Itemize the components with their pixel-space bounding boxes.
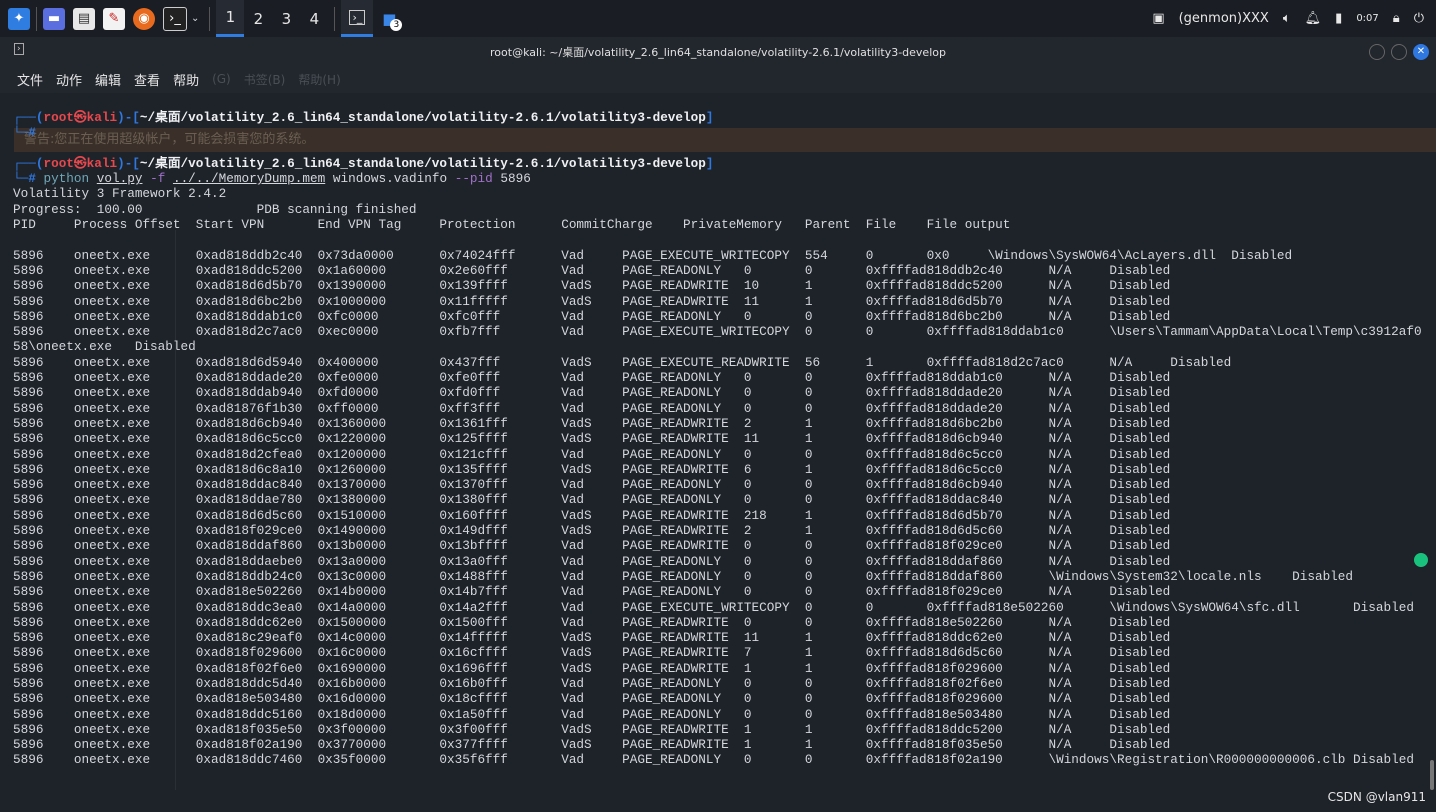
menu-actions[interactable]: 动作 [56, 70, 82, 89]
table-row: 5896 oneetx.exe 0xad818d2cfea0 0x1200000… [13, 446, 1171, 462]
table-body: 5896 oneetx.exe 0xad818ddb2c40 0x73da000… [13, 248, 1422, 768]
window-titlebar: › root@kali: ~/桌面/volatility_2.6_lin64_s… [0, 37, 1436, 65]
command-line: └─# python vol.py -f ../../MemoryDump.me… [13, 171, 531, 187]
divider [209, 6, 211, 31]
firefox-icon[interactable]: ◉ [133, 7, 155, 30]
table-row: 5896 oneetx.exe 0xad818f029600 0x16c0000… [13, 645, 1171, 661]
table-row: 5896 oneetx.exe 0xad818ddc5200 0x1a60000… [13, 262, 1171, 278]
scrollbar[interactable] [1430, 760, 1434, 790]
chevron-down-icon[interactable]: ⌄ [191, 13, 199, 24]
table-row: 5896 oneetx.exe 0xad818ddc62e0 0x1500000… [13, 614, 1171, 630]
table-row: 5896 oneetx.exe 0xad818d6d5b70 0x1390000… [13, 278, 1171, 294]
table-row: 5896 oneetx.exe 0xad818d2c7ac0 0xec0000 … [13, 324, 1422, 355]
background-menu-ghost: 帮助(H) [298, 72, 341, 87]
background-menu-ghost: 书签(B) [243, 72, 286, 87]
divider [334, 6, 336, 31]
table-row: 5896 oneetx.exe 0xad818d6c8a10 0x1260000… [13, 461, 1171, 477]
window-count-badge: 3 [390, 19, 403, 31]
notification-bell-icon[interactable]: 🔔︎ [1305, 11, 1322, 26]
system-tray: ▣ (genmon)XXX 🔈︎ 🔔︎ ▮ 0:07 🔒︎ ⏻ [1152, 0, 1436, 37]
terminal-icon: ›_ [349, 9, 366, 25]
table-row: 5896 oneetx.exe 0xad818d6cb940 0x1360000… [13, 415, 1171, 431]
table-row: 5896 oneetx.exe 0xad818ddc7460 0x35f0000… [13, 752, 1414, 768]
watermark: CSDN @vlan911 [1327, 790, 1426, 804]
workspace-3[interactable]: 3 [272, 0, 300, 37]
workspace-1[interactable]: 1 [216, 0, 245, 37]
prompt-line: ┌──(root㉿kali)-[~/桌面/volatility_2.6_lin6… [13, 110, 714, 125]
prompt-line: ┌──(root㉿kali)-[~/桌面/volatility_2.6_lin6… [13, 155, 714, 171]
power-icon[interactable]: ⏻ [1414, 11, 1424, 26]
file-manager-icon[interactable]: ▤ [73, 7, 95, 30]
menu-edit[interactable]: 编辑 [95, 70, 121, 89]
menu-file[interactable]: 文件 [17, 70, 43, 89]
background-menu-ghost: (G) [212, 72, 231, 86]
table-row: 5896 oneetx.exe 0xad818d6bc2b0 0x1000000… [13, 293, 1171, 309]
table-row: 5896 oneetx.exe 0xad818ddc3ea0 0x14a0000… [13, 599, 1414, 615]
table-header: PID Process Offset Start VPN End VPN Tag… [13, 217, 1011, 233]
top-panel: ✦ ▬ ▤ ✎ ◉ ›_ ⌄ 1 2 3 4 ›_ ■ 3 ▣ (genmon)X… [0, 0, 1436, 37]
banner-line: Volatility 3 Framework 2.4.2 [13, 186, 227, 202]
menu-help[interactable]: 帮助 [173, 70, 199, 89]
text-editor-icon[interactable]: ✎ [103, 7, 125, 30]
table-row: 5896 oneetx.exe 0xad818ddac840 0x1370000… [13, 477, 1171, 493]
table-row: 5896 oneetx.exe 0xad818ddc5d40 0x16b0000… [13, 675, 1171, 691]
clock[interactable]: 0:07 [1356, 13, 1378, 24]
taskbar-terminal-window[interactable]: ›_ [341, 0, 374, 37]
window-title: root@kali: ~/桌面/volatility_2.6_lin64_sta… [490, 46, 946, 59]
table-row: 5896 oneetx.exe 0xad818ddae780 0x1380000… [13, 492, 1171, 508]
minimize-button[interactable] [1369, 44, 1385, 60]
table-row: 5896 oneetx.exe 0xad818ddaebe0 0x13a0000… [13, 553, 1171, 569]
table-row: 5896 oneetx.exe 0xad818ddab940 0xfd0000 … [13, 385, 1171, 401]
genmon-label[interactable]: (genmon)XXX [1179, 11, 1269, 26]
volume-icon[interactable]: 🔈︎ [1283, 11, 1291, 26]
workspace-4[interactable]: 4 [300, 0, 328, 37]
menu-view[interactable]: 查看 [134, 70, 160, 89]
menu-bar: 文件 动作 编辑 查看 帮助 (G) 书签(B) 帮助(H) [0, 65, 1436, 93]
status-dot [1414, 553, 1428, 567]
table-row: 5896 oneetx.exe 0xad818d6d5940 0x400000 … [13, 354, 1232, 370]
table-row: 5896 oneetx.exe 0xad818f029ce0 0x1490000… [13, 523, 1171, 539]
prompt-hash: └─# [13, 125, 36, 141]
table-row: 5896 oneetx.exe 0xad818f035e50 0x3f00000… [13, 721, 1171, 737]
lock-icon[interactable]: 🔒︎ [1393, 11, 1400, 26]
table-row: 5896 oneetx.exe 0xad818d6c5cc0 0x1220000… [13, 431, 1171, 447]
table-row: 5896 oneetx.exe 0xad818d6d5c60 0x1510000… [13, 507, 1171, 523]
maximize-button[interactable] [1391, 44, 1407, 60]
kali-menu-icon[interactable]: ✦ [8, 7, 30, 30]
progress-line: Progress: 100.00 PDB scanning finished [13, 201, 417, 217]
table-row: 5896 oneetx.exe 0xad818e502260 0x14b0000… [13, 584, 1171, 600]
table-row: 5896 oneetx.exe 0xad818ddab1c0 0xfc0000 … [13, 308, 1171, 324]
table-row: 5896 oneetx.exe 0xad818f02a190 0x3770000… [13, 737, 1171, 753]
monitor-icon[interactable]: ▣ [1152, 11, 1164, 26]
show-desktop-icon[interactable]: ▬ [43, 7, 65, 30]
table-row: 5896 oneetx.exe 0xad818ddade20 0xfe0000 … [13, 370, 1171, 386]
workspace-2[interactable]: 2 [244, 0, 272, 37]
table-row: 5896 oneetx.exe 0xad818f02f6e0 0x1690000… [13, 660, 1171, 676]
taskbar-folder-window[interactable]: ■ 3 [373, 0, 405, 37]
table-row: 5896 oneetx.exe 0xad818ddb24c0 0x13c0000… [13, 568, 1354, 584]
terminal-launcher-icon[interactable]: ›_ [163, 6, 187, 31]
close-button[interactable]: ✕ [1413, 44, 1429, 60]
table-row: 5896 oneetx.exe 0xad818ddaf860 0x13b0000… [13, 538, 1171, 554]
table-row: 5896 oneetx.exe 0xad818e503480 0x16d0000… [13, 691, 1171, 707]
battery-icon[interactable]: ▮ [1335, 11, 1342, 26]
table-row: 5896 oneetx.exe 0xad818ddb2c40 0x73da000… [13, 247, 1293, 263]
table-row: 5896 oneetx.exe 0xad818ddc5160 0x18d0000… [13, 706, 1171, 722]
divider [36, 6, 37, 31]
terminal-output[interactable]: ┌──(root㉿kali)-[~/桌面/volatility_2.6_lin6… [13, 110, 1424, 768]
table-row: 5896 oneetx.exe 0xad818c29eaf0 0x14c0000… [13, 630, 1171, 646]
table-row: 5896 oneetx.exe 0xad81876f1b30 0xff0000 … [13, 400, 1171, 416]
